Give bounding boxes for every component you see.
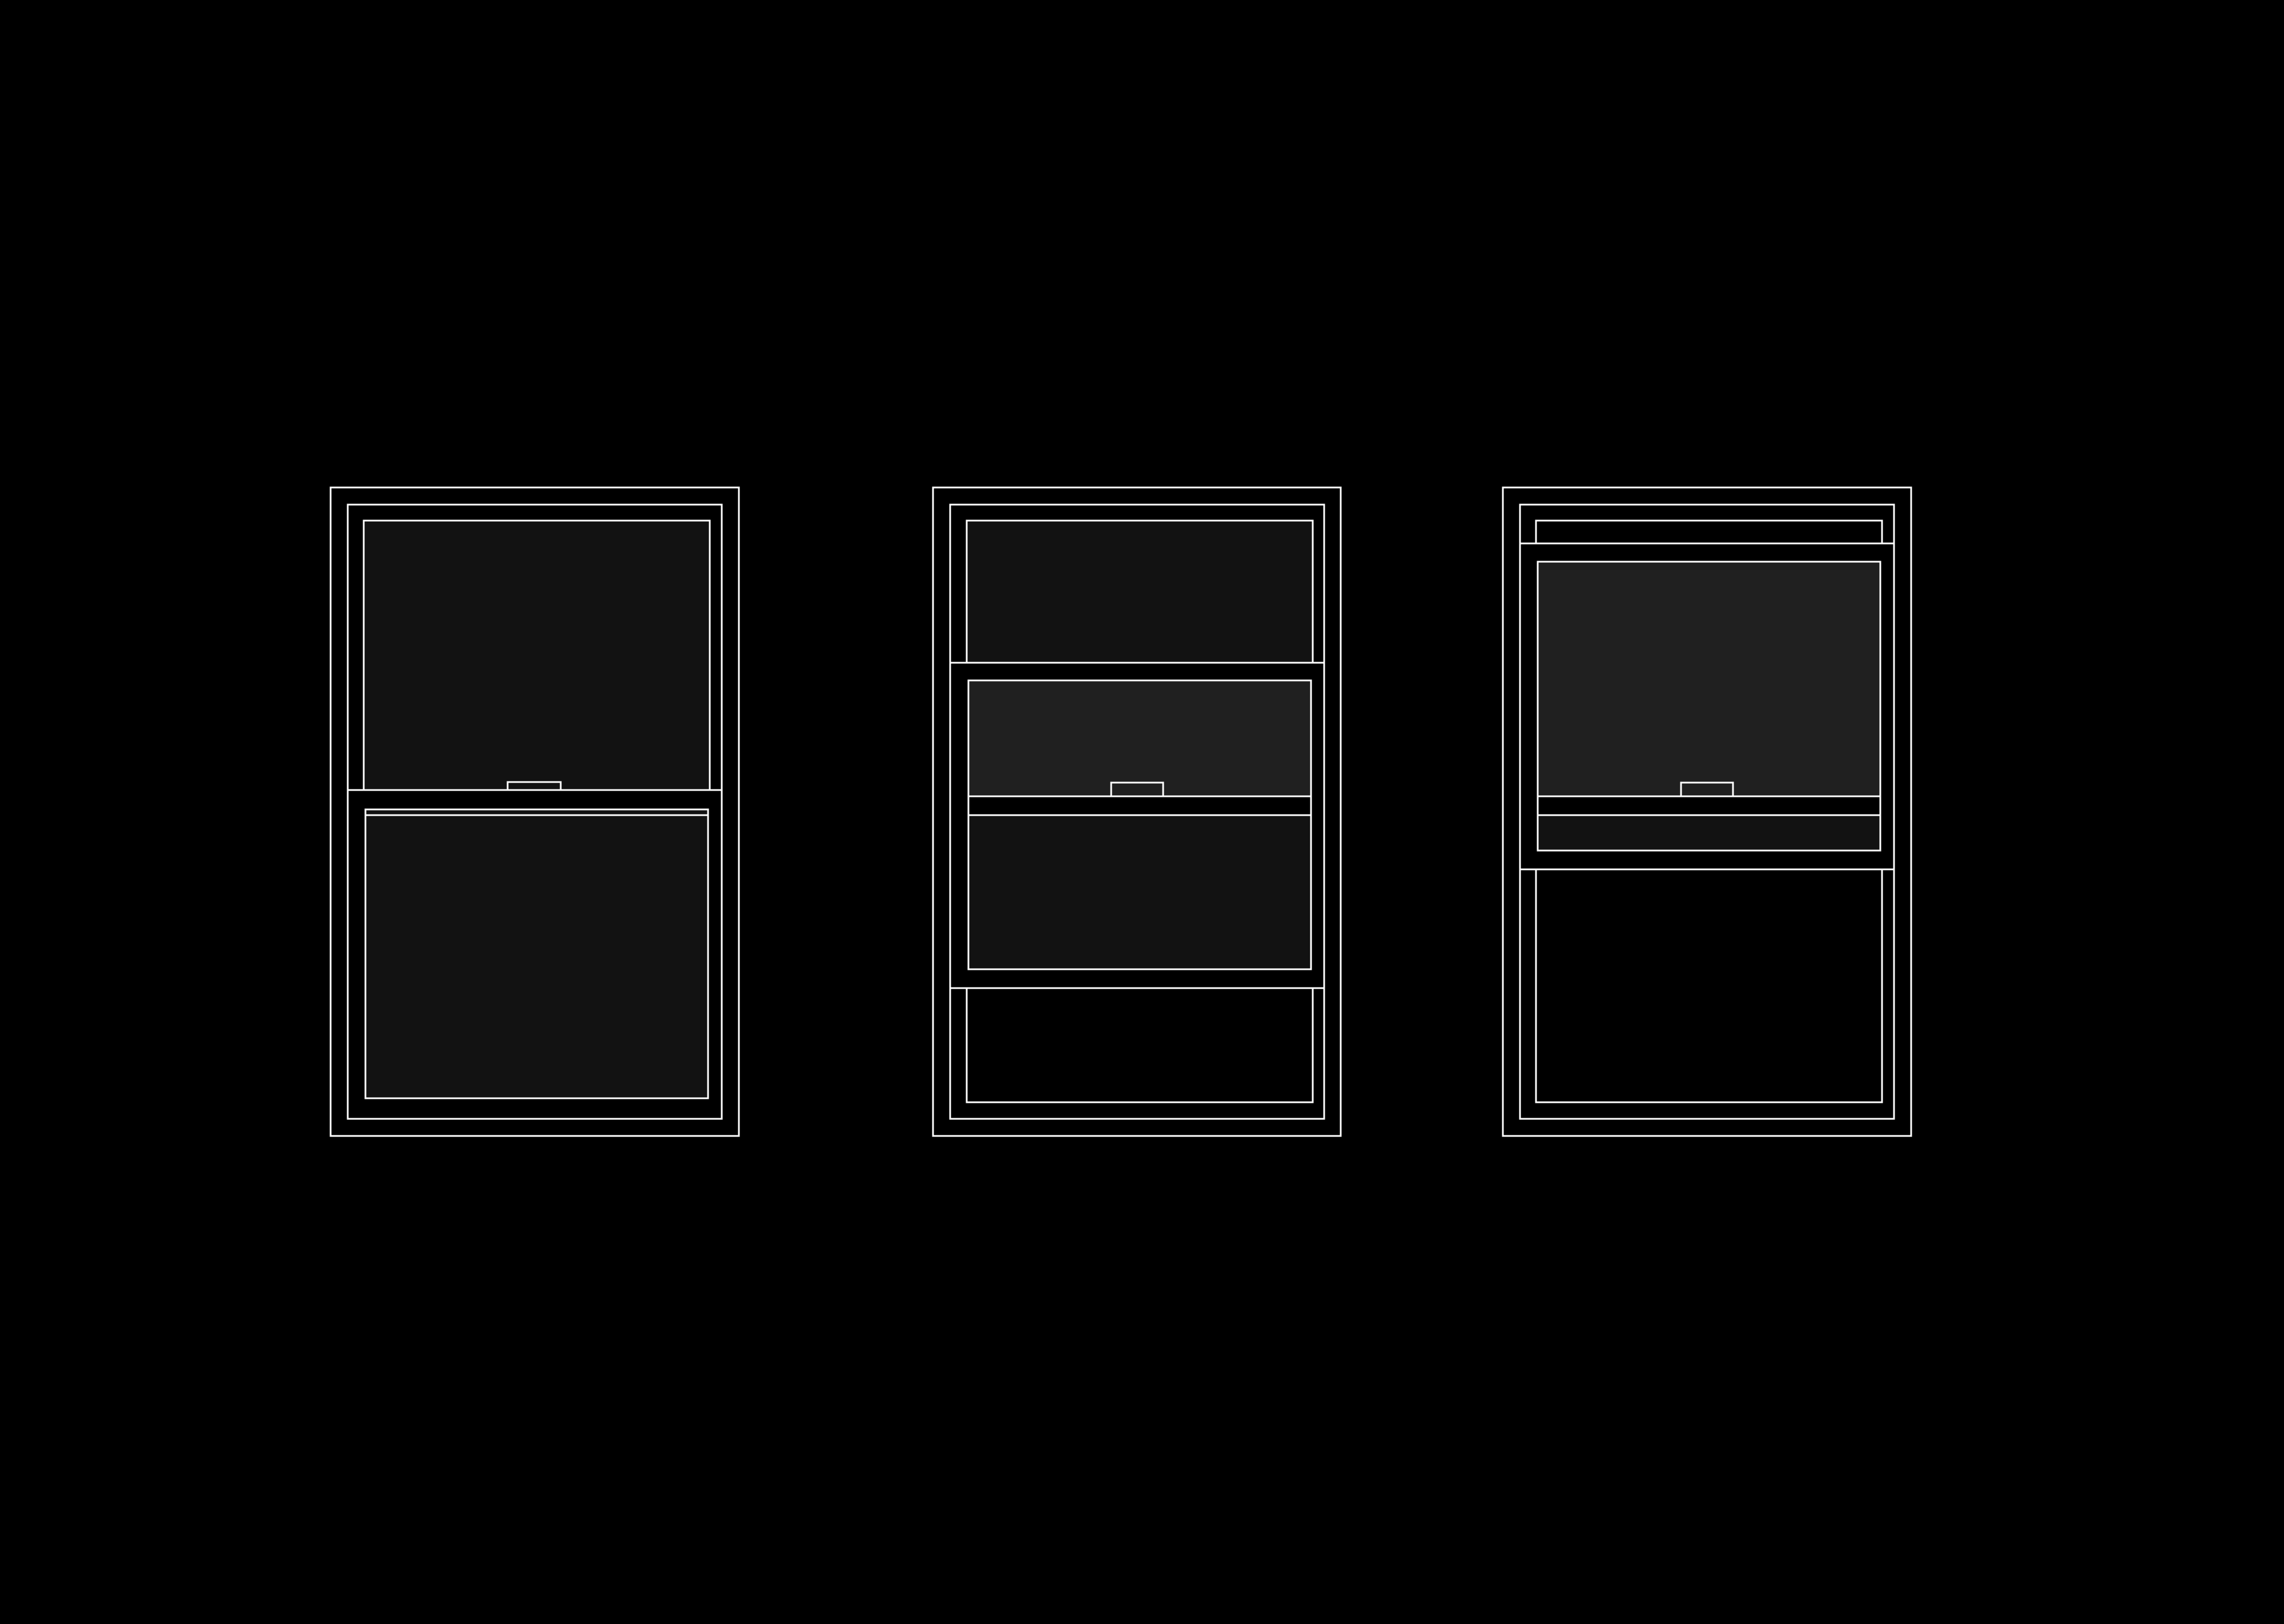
meeting-rail <box>967 795 1312 816</box>
lower-sash-bottom-rail <box>1537 814 1881 852</box>
lower-sash-glass <box>364 808 709 1099</box>
upper-sash-glass <box>363 519 711 791</box>
lower-sash-glass <box>1537 561 1881 797</box>
meeting-rail <box>1537 795 1881 816</box>
window-closed <box>329 486 740 1137</box>
double-hung-window-diagram <box>0 0 2284 1624</box>
lower-sash-glass-bottom <box>967 814 1312 970</box>
lower-sash-glass-top <box>967 679 1312 797</box>
upper-sash-glass <box>966 519 1314 664</box>
